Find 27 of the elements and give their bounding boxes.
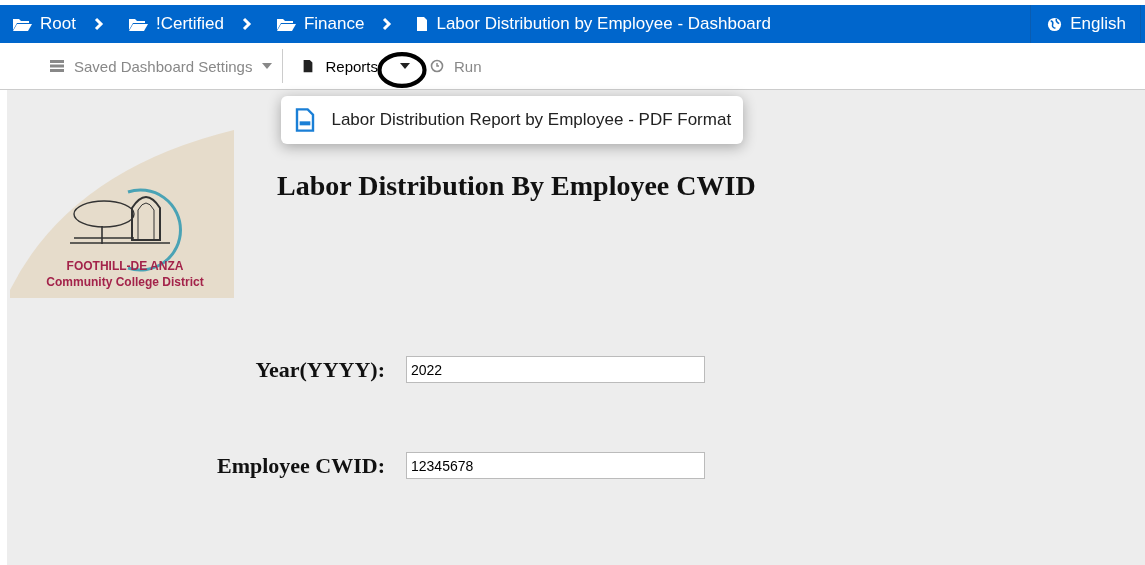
caret-icon <box>400 63 410 69</box>
chevron-icon <box>241 17 252 31</box>
globe-icon <box>1047 16 1063 32</box>
chevron-icon <box>382 17 393 31</box>
menu-item[interactable]: Labor Distribution Report by Employee - PDF Format <box>295 103 732 136</box>
file-icon <box>295 107 316 132</box>
document-icon <box>416 16 429 32</box>
folder-icon <box>275 16 296 32</box>
breadcrumb-link[interactable]: !Certified <box>127 14 224 34</box>
language-button[interactable]: English <box>1030 5 1141 43</box>
caret-icon <box>262 63 273 69</box>
highlight-ellipse <box>377 49 428 90</box>
input-field[interactable]: 2022 <box>406 356 705 383</box>
logo-text: Community College District <box>46 274 204 290</box>
folder-icon <box>127 16 148 32</box>
field-label: Year(YYYY): <box>255 356 385 383</box>
breadcrumb-link[interactable]: Labor Distribution by Employee - Dashboard <box>416 14 771 34</box>
list-icon <box>50 59 64 73</box>
page-title: Labor Distribution By Employee CWID <box>277 170 756 202</box>
reports-button[interactable]: Reports <box>295 53 416 79</box>
breadcrumb-link[interactable]: Finance <box>275 14 365 34</box>
folder-icon <box>12 16 32 32</box>
chevron-icon <box>93 17 104 31</box>
breadcrumb-link[interactable]: Root <box>12 14 76 34</box>
input-field[interactable]: 12345678 <box>406 452 705 479</box>
clock-icon <box>430 59 444 73</box>
field-label: Employee CWID: <box>216 452 385 479</box>
